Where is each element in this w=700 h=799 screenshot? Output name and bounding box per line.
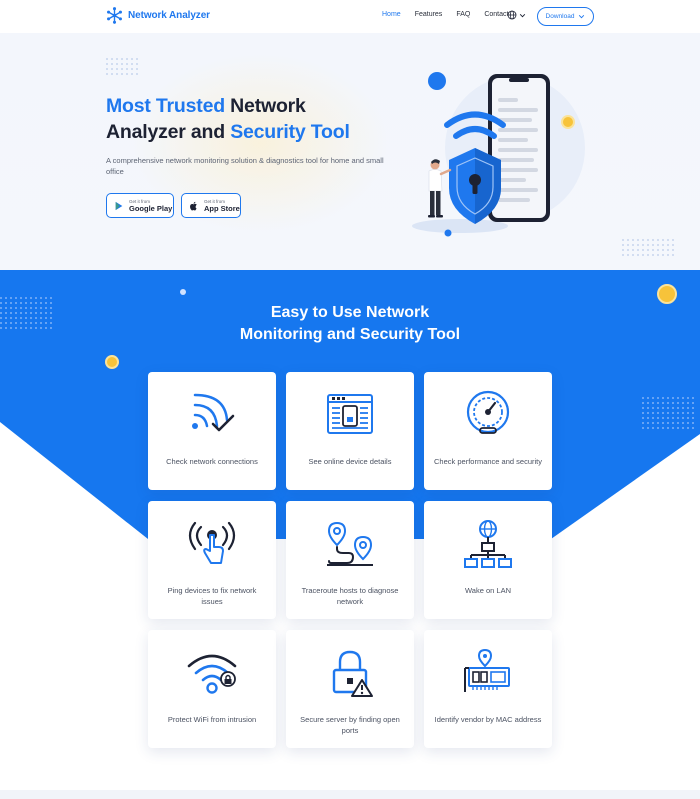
feature-card[interactable]: Ping devices to fix network issues	[148, 501, 276, 619]
wifi-check-icon	[192, 393, 235, 432]
feature-label: Check network connections	[166, 457, 258, 466]
brand-logo[interactable]: Network Analyzer	[106, 7, 210, 24]
features-title-line2: Monitoring and Security Tool	[239, 326, 461, 343]
features-section: Easy to Use Network Monitoring and Secur…	[0, 270, 700, 799]
padlock-warning-icon	[332, 650, 373, 697]
hero-illustration	[412, 72, 585, 237]
decor-dots	[106, 58, 138, 75]
features-title-line1: Easy to Use Network	[270, 304, 430, 321]
apple-icon	[190, 201, 197, 210]
feature-label: Identify vendor by MAC address	[434, 715, 542, 724]
brand-name: Network Analyzer	[128, 10, 210, 21]
google-play-label: Google Play	[129, 203, 173, 213]
hero-title-text: Network	[224, 95, 306, 117]
feature-card[interactable]: Check performance and security	[424, 372, 552, 490]
hero-title-text: Analyzer and	[106, 121, 231, 143]
nav-contact[interactable]: Contact	[484, 11, 508, 18]
language-selector[interactable]	[507, 10, 526, 20]
chevron-down-icon	[519, 13, 526, 17]
hero-title-accent: Security Tool	[230, 121, 350, 143]
hero-title-accent: Most Trusted	[106, 95, 225, 117]
feature-label: Secure server by finding open ports	[300, 715, 400, 735]
globe-icon	[507, 10, 517, 20]
chevron-down-icon	[579, 15, 585, 19]
app-store-button[interactable]: Get it from App Store	[181, 193, 241, 218]
nav-features[interactable]: Features	[415, 11, 443, 18]
speedometer-icon	[466, 390, 510, 434]
top-navigation: Network Analyzer Home Features FAQ Conta…	[0, 0, 700, 33]
wifi-lock-icon	[187, 654, 237, 694]
feature-label: Wake on LAN	[465, 586, 511, 595]
download-button[interactable]: Download	[537, 7, 594, 26]
download-label: Download	[545, 13, 575, 20]
feature-card[interactable]: Secure server by finding open ports	[286, 630, 414, 748]
feature-label: Check performance and security	[434, 457, 542, 466]
feature-label: Traceroute hosts to diagnose network	[301, 586, 399, 606]
main-menu: Home Features FAQ Contact	[382, 11, 522, 18]
decor-dots	[642, 397, 694, 429]
feature-card[interactable]: Wake on LAN	[424, 501, 552, 619]
feature-label: See online device details	[308, 457, 392, 466]
hero-section: Most Trusted Network Analyzer and Securi…	[0, 33, 700, 270]
hero-subtitle: A comprehensive network monitoring solut…	[106, 156, 384, 176]
feature-card[interactable]: Traceroute hosts to diagnose network	[286, 501, 414, 619]
app-store-label: App Store	[204, 203, 240, 213]
feature-card[interactable]: See online device details	[286, 372, 414, 490]
feature-card[interactable]: Identify vendor by MAC address	[424, 630, 552, 748]
lan-tree-icon	[464, 520, 512, 568]
route-pins-icon	[327, 521, 373, 566]
feature-label: Protect WiFi from intrusion	[167, 715, 257, 724]
google-play-button[interactable]: Get it from Google Play	[106, 193, 174, 218]
feature-card[interactable]: Check network connections	[148, 372, 276, 490]
hero-title: Most Trusted Network Analyzer and Securi…	[106, 93, 350, 145]
ping-tap-icon	[188, 521, 236, 564]
device-details-icon	[327, 394, 373, 434]
nav-faq[interactable]: FAQ	[456, 11, 470, 18]
nav-home[interactable]: Home	[382, 11, 401, 18]
features-title: Easy to Use Network Monitoring and Secur…	[0, 302, 700, 346]
feature-card[interactable]: Protect WiFi from intrusion	[148, 630, 276, 748]
footer-strip	[0, 790, 700, 799]
google-play-icon	[115, 201, 123, 210]
feature-label: Ping devices to fix network issues	[167, 586, 257, 606]
snowflake-network-icon	[107, 7, 122, 24]
decor-dots	[622, 239, 674, 256]
network-card-icon	[464, 648, 510, 692]
person-graphic	[428, 159, 452, 218]
